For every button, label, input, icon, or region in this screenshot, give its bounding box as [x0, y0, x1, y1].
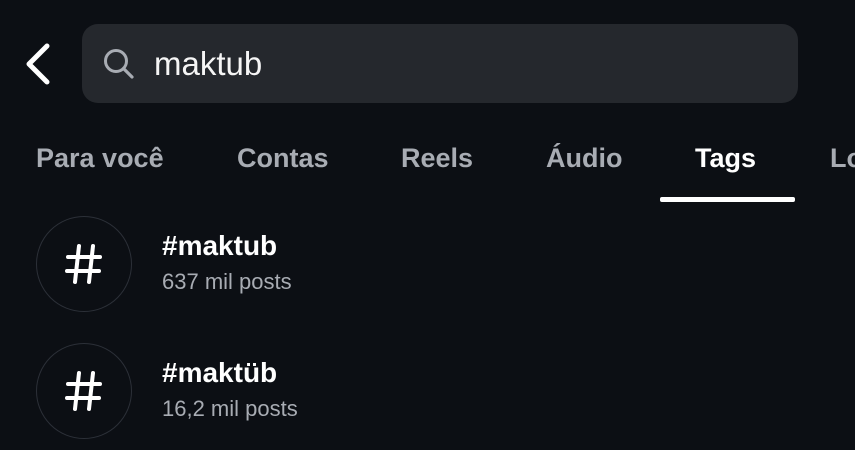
active-tab-indicator: [660, 197, 795, 202]
tab-tags[interactable]: Tags: [695, 138, 756, 178]
tab-para-voce[interactable]: Para você: [36, 138, 164, 178]
search-icon: [102, 47, 136, 81]
post-count: 637 mil posts: [162, 269, 292, 294]
hashtag-icon: [65, 371, 102, 411]
post-count: 16,2 mil posts: [162, 396, 298, 421]
hashtag-icon: [65, 244, 102, 284]
search-input[interactable]: [154, 33, 798, 94]
tab-locais[interactable]: Lo: [830, 138, 855, 178]
tab-contas[interactable]: Contas: [237, 138, 329, 178]
tag-name: #maktub: [162, 230, 278, 261]
tab-reels[interactable]: Reels: [401, 138, 473, 178]
hashtag-avatar: [36, 343, 132, 439]
back-button[interactable]: [14, 36, 62, 92]
list-item[interactable]: #maktüb 16,2 mil posts: [0, 343, 855, 450]
tag-search-screen: Para você Contas Reels Áudio Tags Lo #ma…: [0, 0, 855, 450]
hashtag-avatar: [36, 216, 132, 312]
list-item[interactable]: #maktub 637 mil posts: [0, 216, 855, 326]
tag-name: #maktüb: [162, 357, 278, 388]
search-tabs: Para você Contas Reels Áudio Tags Lo: [0, 128, 855, 204]
search-bar[interactable]: [82, 24, 798, 103]
tab-audio[interactable]: Áudio: [546, 138, 622, 178]
chevron-left-icon: [26, 43, 50, 85]
